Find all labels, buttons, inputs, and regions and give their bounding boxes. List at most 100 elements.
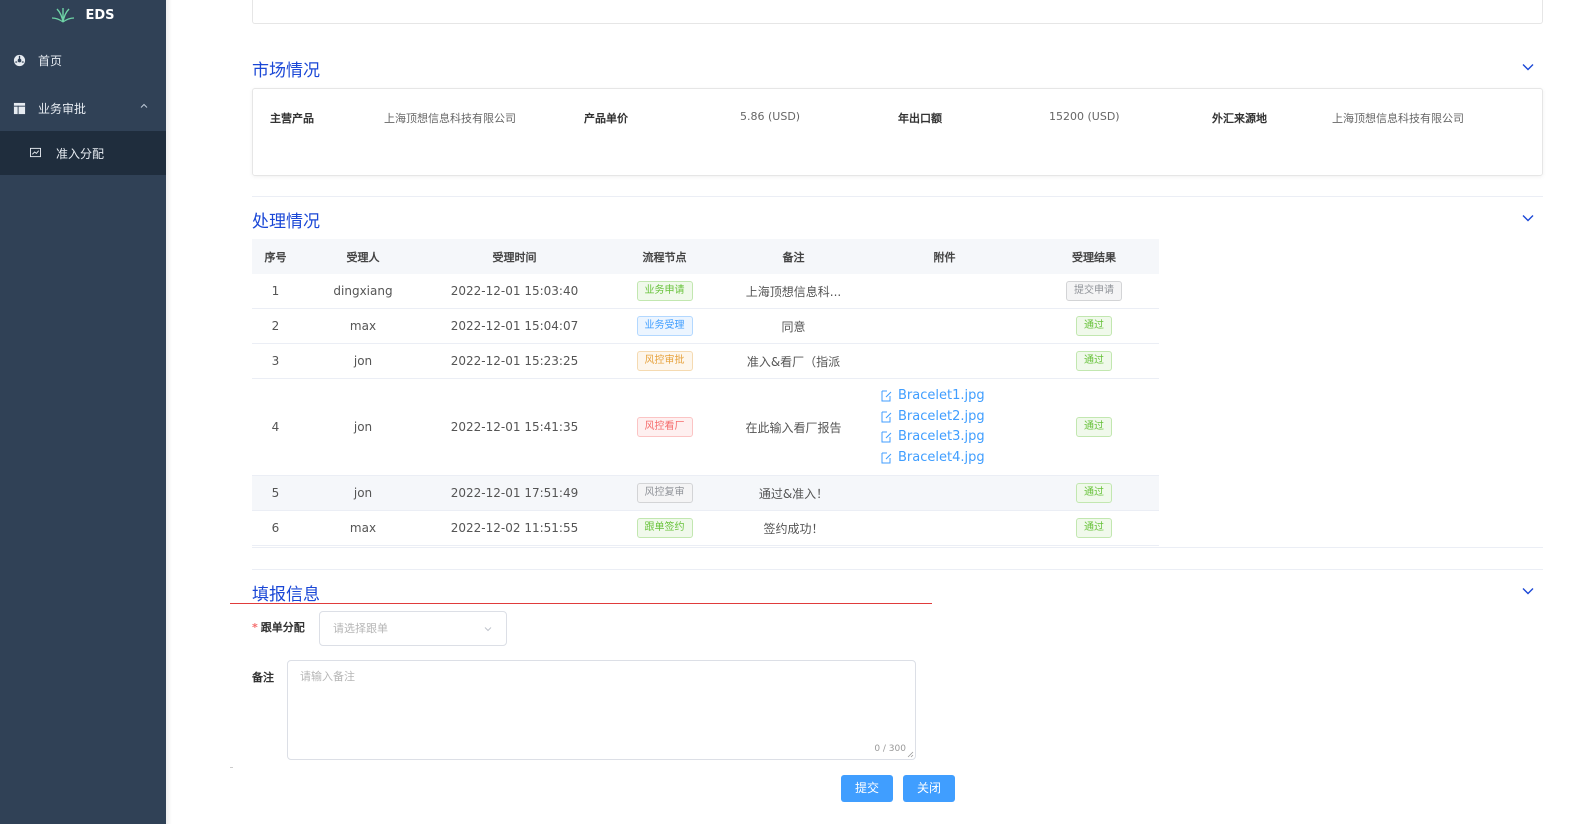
attachment-link[interactable]: Bracelet3.jpg (880, 427, 1029, 448)
row-remark: 签约成功！ (763, 521, 824, 536)
sidebar-item-home[interactable]: 首页 (0, 36, 166, 84)
result-tag: 通过 (1076, 417, 1112, 437)
row-remark: 上海顶想信息科... (745, 284, 842, 299)
resize-handle-icon[interactable] (906, 750, 914, 758)
sidebar-item-business-approval[interactable]: 业务审批 (0, 84, 166, 132)
highlight-underline (230, 603, 932, 604)
row-handler: max (349, 521, 377, 535)
column-header: 附件 (933, 250, 956, 264)
market-section-title: 市场情况 (252, 61, 320, 81)
chart-icon (30, 147, 42, 159)
column-header: 受理时间 (492, 250, 537, 264)
row-number: 4 (271, 420, 280, 434)
leaf-logo-icon (52, 8, 75, 23)
row-time: 2022-12-01 15:03:40 (450, 284, 579, 298)
submit-button[interactable]: 提交 (841, 775, 893, 802)
result-tag: 通过 (1076, 518, 1112, 538)
edit-document-icon (881, 411, 892, 423)
row-attachments: Bracelet1.jpg Bracelet2.jpg Bracelet3.jp… (860, 386, 1029, 468)
row-remark: 同意 (781, 319, 806, 334)
table-icon (12, 101, 26, 115)
assign-select[interactable]: 请选择跟单 (319, 611, 507, 646)
market-info-card: 主营产品 上海顶想信息科技有限公司 产品单价 5.86 (USD) 年出口额 1… (252, 88, 1543, 176)
chevron-down-icon (484, 627, 492, 632)
unit-price-label: 产品单价 (584, 112, 628, 125)
main-content: 市场情况 主营产品 上海顶想信息科技有限公司 产品单价 5.86 (USD) 年… (172, 0, 1586, 824)
row-handler: dingxiang (333, 284, 393, 298)
assign-label: * 跟单分配 (252, 621, 305, 634)
decorative-line (230, 767, 233, 768)
edit-document-icon (881, 452, 892, 464)
node-tag: 业务受理 (636, 316, 693, 336)
result-tag: 通过 (1076, 316, 1112, 336)
row-remark: 在此输入看厂报告 (745, 420, 842, 435)
attachment-link[interactable]: Bracelet1.jpg (880, 386, 1029, 407)
attachment-link[interactable]: Bracelet2.jpg (880, 407, 1029, 428)
node-tag: 业务申请 (636, 281, 693, 301)
attachment-name: Bracelet4.jpg (898, 449, 985, 465)
edit-document-icon (881, 390, 892, 402)
assign-select-placeholder: 请选择跟单 (333, 622, 388, 635)
row-handler: max (349, 319, 377, 333)
form-section-title: 填报信息 (252, 585, 320, 605)
column-header: 备注 (782, 250, 805, 264)
row-handler: jon (353, 486, 373, 500)
node-tag: 风控复审 (636, 483, 693, 503)
main-product-label: 主营产品 (270, 112, 314, 125)
attachment-name: Bracelet1.jpg (898, 388, 985, 403)
forex-source-value: 上海顶想信息科技有限公司 (1332, 112, 1464, 125)
column-header: 受理人 (346, 250, 380, 264)
sidebar-item-label: 业务审批 (38, 101, 87, 116)
row-time: 2022-12-01 15:41:35 (450, 420, 579, 434)
result-tag: 提交申请 (1066, 281, 1122, 301)
table-row[interactable]: 6 max 2022-12-02 11:51:55 跟单签约 签约成功！ 通过 (252, 511, 1159, 546)
section-divider (252, 569, 1543, 570)
column-header: 序号 (264, 250, 287, 264)
required-marker: * (252, 621, 258, 634)
chevron-down-icon[interactable] (1521, 62, 1535, 72)
forex-source-label: 外汇来源地 (1212, 112, 1267, 125)
row-handler: jon (353, 354, 373, 368)
chevron-down-icon[interactable] (1521, 586, 1535, 596)
app-logo[interactable]: EDS (0, 0, 166, 30)
chevron-up-icon (140, 103, 148, 108)
row-number: 3 (271, 354, 280, 368)
row-number: 5 (271, 486, 280, 500)
row-time: 2022-12-01 15:04:07 (450, 319, 579, 333)
sidebar-item-access-assignment[interactable]: 准入分配 (0, 131, 166, 175)
sidebar-item-label: 首页 (38, 53, 63, 68)
remark-placeholder: 请输入备注 (300, 670, 355, 683)
node-tag: 跟单签约 (636, 518, 693, 538)
process-section-title: 处理情况 (252, 212, 320, 232)
close-button[interactable]: 关闭 (903, 775, 955, 802)
attachment-link[interactable]: Bracelet4.jpg (880, 448, 1029, 469)
row-time: 2022-12-02 11:51:55 (450, 521, 579, 535)
column-header: 受理结果 (1072, 250, 1116, 264)
process-table: 序号 受理人 受理时间 流程节点 备注 附件 受理结果 1 dingxiang … (252, 239, 1159, 546)
row-remark: 通过&准入！ (758, 486, 829, 501)
app-name: EDS (85, 7, 115, 23)
column-header: 流程节点 (642, 250, 687, 264)
attachment-name: Bracelet2.jpg (898, 408, 985, 424)
row-time: 2022-12-01 17:51:49 (450, 486, 579, 500)
table-row[interactable]: 2 max 2022-12-01 15:04:07 业务受理 同意 通过 (252, 309, 1159, 344)
table-row[interactable]: 5 jon 2022-12-01 17:51:49 风控复审 通过&准入！ 通过 (252, 476, 1159, 511)
row-number: 1 (271, 284, 280, 298)
remark-textarea[interactable]: 请输入备注 0 / 300 (287, 660, 916, 760)
table-header: 序号 受理人 受理时间 流程节点 备注 附件 受理结果 (252, 239, 1159, 274)
unit-price-value: 5.86 (USD) (740, 110, 801, 123)
row-number: 6 (271, 521, 280, 535)
row-time: 2022-12-01 15:23:25 (450, 354, 579, 368)
annual-export-value: 15200 (USD) (1049, 110, 1120, 123)
annual-export-label: 年出口额 (898, 112, 942, 125)
section-divider (252, 547, 1543, 548)
result-tag: 通过 (1076, 351, 1112, 371)
table-row[interactable]: 4 jon 2022-12-01 15:41:35 风控看厂 在此输入看厂报告 … (252, 379, 1159, 476)
node-tag: 风控看厂 (636, 417, 693, 437)
attachment-name: Bracelet3.jpg (898, 429, 985, 444)
table-row[interactable]: 3 jon 2022-12-01 15:23:25 风控审批 准入&看厂（指派 … (252, 344, 1159, 379)
table-row[interactable]: 1 dingxiang 2022-12-01 15:03:40 业务申请 上海顶… (252, 274, 1159, 309)
result-tag: 通过 (1076, 483, 1112, 503)
edit-document-icon (881, 431, 892, 443)
chevron-down-icon[interactable] (1521, 213, 1535, 223)
